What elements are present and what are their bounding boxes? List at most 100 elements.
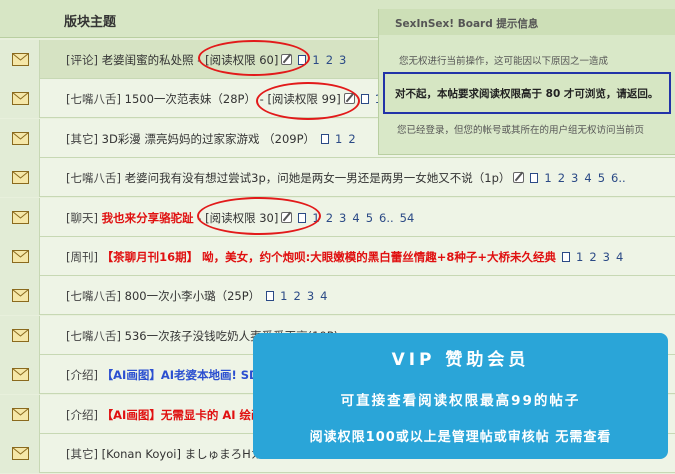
thread-row[interactable]: [七嘴八舌] 800一次小李小璐（25P） 1 2 3 4 bbox=[0, 276, 675, 315]
board-notice-title: SexInSex! Board 提示信息 bbox=[379, 9, 675, 35]
thread-subject-link[interactable]: 800一次小李小璐（25P） bbox=[125, 289, 261, 303]
multipage-icon bbox=[562, 252, 571, 262]
thread-status-cell bbox=[0, 355, 40, 394]
page-link[interactable]: 2 bbox=[326, 53, 333, 67]
thread-row[interactable]: [七嘴八舌] 老婆问我有没有想过尝试3p，问她是两女一男还是两男一女她又不说（1… bbox=[0, 158, 675, 197]
board-notice-panel: SexInSex! Board 提示信息 您无权进行当前操作，这可能因以下原因之… bbox=[378, 9, 675, 155]
page-link[interactable]: 4 bbox=[584, 171, 591, 185]
thread-content: [七嘴八舌] 老婆问我有没有想过尝试3p，问她是两女一男还是两男一女她又不说（1… bbox=[66, 170, 626, 186]
page-link[interactable]: 1 bbox=[312, 53, 319, 67]
thread-category-tag[interactable]: [聊天] bbox=[66, 211, 98, 225]
thread-status-cell bbox=[0, 237, 40, 276]
thread-pagination: 1234 bbox=[274, 289, 327, 303]
page-link[interactable]: 4 bbox=[352, 211, 359, 225]
page-link[interactable]: 1 bbox=[280, 289, 287, 303]
thread-category-tag[interactable]: [其它] bbox=[66, 132, 98, 146]
thread-status-cell bbox=[0, 316, 40, 355]
thread-status-cell bbox=[0, 40, 40, 79]
page-link[interactable]: 3 bbox=[571, 171, 578, 185]
board-notice-login: 您已经登录，但您的帐号或其所在的用户组无权访问当前页 bbox=[397, 125, 645, 136]
thread-category-tag[interactable]: [介绍] bbox=[66, 368, 98, 382]
page-link[interactable]: 2 bbox=[348, 132, 355, 146]
thread-status-cell bbox=[0, 158, 40, 197]
vip-banner-line1: 可直接查看阅读权限最高99的帖子 bbox=[340, 393, 581, 409]
envelope-icon bbox=[12, 92, 29, 105]
thread-pagination: 1 2 3 4 5 6.. 54 bbox=[306, 211, 414, 225]
highlight-ellipse-perm-60 bbox=[198, 40, 310, 76]
thread-subject-link[interactable]: 【AI画图】AI老婆本地画! SD bbox=[102, 368, 259, 382]
envelope-icon bbox=[12, 211, 29, 224]
thread-subject-link[interactable]: 【茶聊月刊16期】 呦，美女，约个炮呗:大眼嫩模的黑白蕾丝情趣+8种子+大桥未久… bbox=[102, 250, 556, 264]
permission-notice: 对不起，本帖要求阅读权限高于 80 才可浏览，请返回。 bbox=[383, 72, 671, 114]
page-link[interactable]: 4 bbox=[320, 289, 327, 303]
highlight-ellipse-perm-99 bbox=[256, 82, 360, 120]
thread-status-cell bbox=[0, 276, 40, 315]
thread-category-tag[interactable]: [七嘴八舌] bbox=[66, 329, 121, 343]
thread-row[interactable]: [周刊] 【茶聊月刊16期】 呦，美女，约个炮呗:大眼嫩模的黑白蕾丝情趣+8种子… bbox=[0, 237, 675, 276]
thread-pagination: 1234 bbox=[570, 250, 623, 264]
thread-content: [周刊] 【茶聊月刊16期】 呦，美女，约个炮呗:大眼嫩模的黑白蕾丝情趣+8种子… bbox=[66, 249, 623, 265]
thread-status-cell bbox=[0, 119, 40, 158]
thread-status-cell bbox=[0, 395, 40, 434]
multipage-icon bbox=[266, 291, 275, 301]
envelope-icon bbox=[12, 250, 29, 263]
page-link[interactable]: 54 bbox=[400, 211, 415, 225]
thread-category-tag[interactable]: [周刊] bbox=[66, 250, 98, 264]
thread-content: [其它] 3D彩漫 漂亮妈妈的过家家游戏 （209P） 1 2 bbox=[66, 131, 356, 147]
thread-pagination: 123 bbox=[306, 53, 346, 67]
thread-subject-link[interactable]: 【AI画图】无需显卡的 AI 绘画 bbox=[102, 408, 263, 422]
thread-row[interactable]: [聊天] 我也来分享骆驼趾 - [阅读权限 30] 1 2 3 4 5 6.. 54 bbox=[0, 198, 675, 237]
thread-category-tag[interactable]: [评论] bbox=[66, 53, 98, 67]
board-notice-reason: 您无权进行当前操作，这可能因以下原因之一造成 bbox=[399, 56, 609, 67]
thread-category-tag[interactable]: [其它] bbox=[66, 447, 98, 461]
thread-subject-link[interactable]: 我也来分享骆驼趾 bbox=[102, 211, 194, 225]
page-link[interactable]: 1 bbox=[335, 132, 342, 146]
envelope-icon bbox=[12, 171, 29, 184]
board-header-title: 版块主题 bbox=[64, 15, 117, 30]
page-link[interactable]: 2 bbox=[558, 171, 565, 185]
page-link[interactable]: 3 bbox=[339, 53, 346, 67]
thread-pagination: 1 2 3 4 5 6.. bbox=[538, 171, 625, 185]
thread-category-tag[interactable]: [七嘴八舌] bbox=[66, 92, 121, 106]
envelope-icon bbox=[12, 368, 29, 381]
thread-category-tag[interactable]: [七嘴八舌] bbox=[66, 171, 121, 185]
thread-status-cell bbox=[0, 79, 40, 118]
thread-category-tag[interactable]: [介绍] bbox=[66, 408, 98, 422]
page-link[interactable]: 3 bbox=[339, 211, 346, 225]
multipage-icon bbox=[360, 94, 369, 104]
thread-subject-link[interactable]: 老婆闺蜜的私处照 bbox=[102, 53, 194, 67]
page-link[interactable]: 3 bbox=[603, 250, 610, 264]
page-link[interactable]: 5 bbox=[366, 211, 373, 225]
page-link[interactable]: 1 bbox=[576, 250, 583, 264]
page-link[interactable]: 3 bbox=[307, 289, 314, 303]
page-link[interactable]: 4 bbox=[616, 250, 623, 264]
highlight-ellipse-perm-30 bbox=[197, 197, 321, 235]
page-link[interactable]: 2 bbox=[326, 211, 333, 225]
vip-banner-line2: 阅读权限100或以上是管理帖或审核帖 无需查看 bbox=[309, 430, 612, 445]
multipage-icon bbox=[321, 134, 330, 144]
edit-pen-icon bbox=[513, 172, 525, 183]
thread-subject-link[interactable]: 3D彩漫 漂亮妈妈的过家家游戏 （209P） bbox=[102, 132, 315, 146]
thread-content: [介绍] 【AI画图】无需显卡的 AI 绘画 bbox=[66, 407, 263, 423]
page-link[interactable]: 5 bbox=[598, 171, 605, 185]
envelope-icon bbox=[12, 132, 29, 145]
thread-category-tag[interactable]: [七嘴八舌] bbox=[66, 289, 121, 303]
thread-content: [七嘴八舌] 800一次小李小璐（25P） 1 2 3 4 bbox=[66, 288, 327, 304]
thread-pagination: 12 bbox=[329, 132, 356, 146]
vip-banner-title: VIP 赞助会员 bbox=[391, 350, 530, 370]
envelope-icon bbox=[12, 289, 29, 302]
thread-status-cell bbox=[0, 434, 40, 473]
thread-subject-link[interactable]: 1500一次范表妹（28P） bbox=[125, 92, 256, 106]
vip-banner: VIP 赞助会员 可直接查看阅读权限最高99的帖子 阅读权限100或以上是管理帖… bbox=[253, 333, 668, 459]
thread-status-cell bbox=[0, 198, 40, 237]
permission-notice-text: 对不起，本帖要求阅读权限高于 80 才可浏览，请返回。 bbox=[395, 88, 659, 100]
envelope-icon bbox=[12, 447, 29, 460]
page-link[interactable]: 6.. bbox=[611, 171, 626, 185]
page-link[interactable]: 1 bbox=[544, 171, 551, 185]
page-link[interactable]: 2 bbox=[589, 250, 596, 264]
thread-subject-link[interactable]: 老婆问我有没有想过尝试3p，问她是两女一男还是两男一女她又不说（1p） bbox=[125, 171, 511, 185]
page-link[interactable]: 2 bbox=[294, 289, 301, 303]
envelope-icon bbox=[12, 408, 29, 421]
page-link[interactable]: 6.. bbox=[379, 211, 394, 225]
envelope-icon bbox=[12, 53, 29, 66]
